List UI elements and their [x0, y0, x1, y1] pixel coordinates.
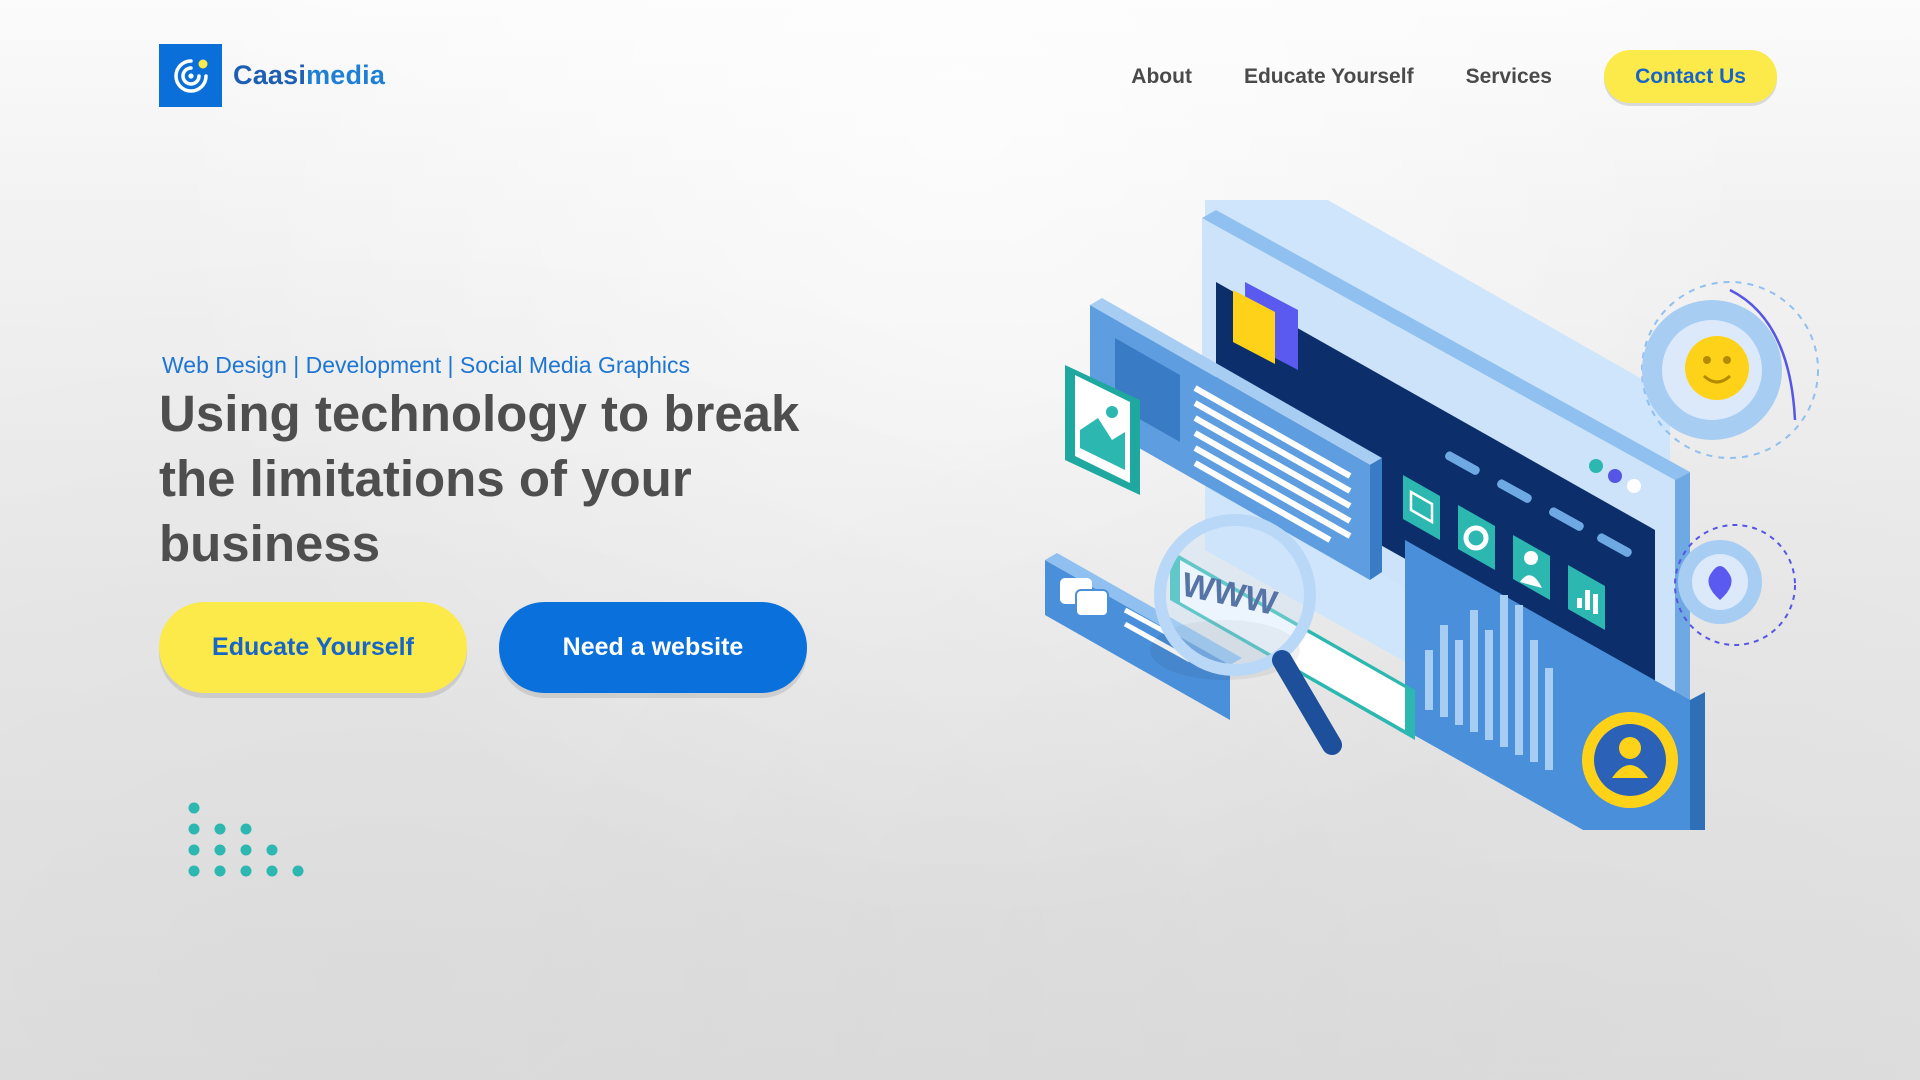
nav-services[interactable]: Services [1466, 65, 1552, 89]
nav-educate-yourself[interactable]: Educate Yourself [1244, 65, 1414, 89]
magnifier-icon [1150, 514, 1342, 755]
contact-us-button[interactable]: Contact Us [1604, 50, 1777, 103]
hero-tagline: Web Design | Development | Social Media … [162, 352, 690, 378]
caasimedia-logo-icon [159, 44, 222, 107]
window-dot-white [1627, 479, 1641, 493]
main-nav: About Educate Yourself Services Contact … [1131, 50, 1777, 103]
gear-smiley-icon [1641, 281, 1819, 459]
gear-heart-icon [1674, 524, 1796, 646]
educate-yourself-button[interactable]: Educate Yourself [159, 602, 467, 693]
brand-name-bold: Caasi [233, 60, 307, 90]
brand-logo[interactable]: Caasimedia [159, 44, 385, 107]
window-dot-purple [1608, 469, 1622, 483]
nav-about[interactable]: About [1131, 65, 1192, 89]
decorative-dot-pattern [188, 802, 304, 877]
brand-name: Caasimedia [233, 60, 385, 91]
smiley-icon [1685, 336, 1749, 400]
need-a-website-button[interactable]: Need a website [499, 602, 807, 693]
window-dot-teal [1589, 459, 1603, 473]
brand-name-light: media [306, 60, 386, 90]
isometric-web-illustration: WWW [1045, 200, 1819, 830]
hero-headline: Using technology to break the limitation… [159, 385, 800, 572]
